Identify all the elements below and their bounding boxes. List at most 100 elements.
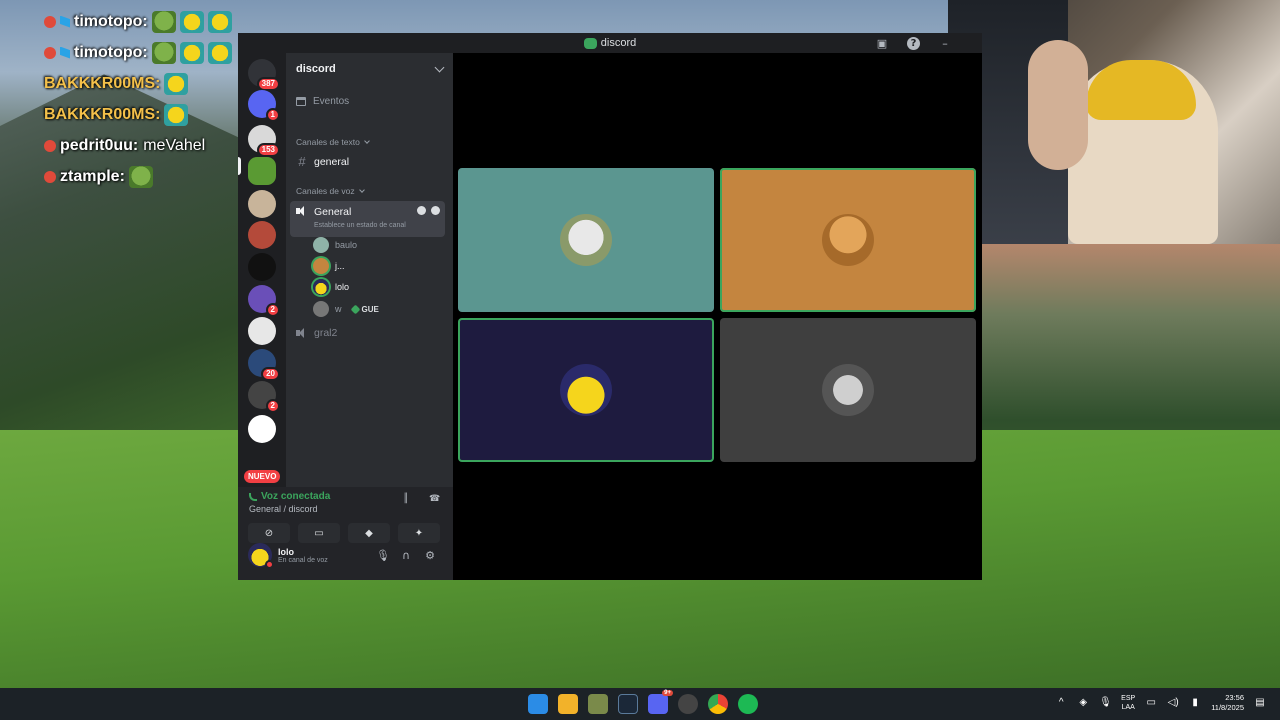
chrome-icon[interactable] (708, 694, 728, 714)
inbox-icon[interactable]: ▣ (875, 36, 889, 50)
voice-user-name: j... (335, 261, 345, 271)
server-icon-active[interactable] (248, 157, 276, 185)
emote-icon (179, 41, 204, 64)
chat-user: ztample: (60, 167, 125, 185)
discord-icon[interactable]: 9+ (648, 690, 673, 714)
discord-logo-icon (583, 37, 597, 49)
photo-avatar (822, 364, 874, 416)
emote-icon (164, 103, 189, 126)
direct-messages-button[interactable]: 387 (248, 59, 280, 91)
soundboard-button[interactable]: ✦ (398, 523, 440, 543)
user-info: lolo En canal de voz (278, 547, 328, 564)
start-button[interactable] (528, 694, 548, 714)
avatar (313, 237, 329, 253)
chat-bubble-icon[interactable] (417, 206, 426, 215)
notification-badge: 9+ (662, 690, 673, 696)
emote-icon (207, 10, 232, 33)
gear-icon[interactable]: ⚙ (424, 550, 436, 562)
server-icon[interactable] (248, 253, 276, 281)
volume-icon[interactable]: ◁) (1167, 697, 1179, 709)
status-dot (265, 560, 274, 569)
headphones-icon[interactable]: ∩ (400, 550, 412, 562)
obs-icon[interactable] (678, 694, 698, 714)
unread-badge: 20 (261, 367, 280, 381)
channel-general-text[interactable]: # general (286, 154, 453, 169)
voice-channel-gral2[interactable]: gral2 (286, 327, 453, 339)
voice-category[interactable]: Canales de voz (286, 186, 453, 196)
camera-off-button[interactable]: ⊘ (248, 523, 290, 543)
battery-icon[interactable]: ▮ (1189, 697, 1201, 709)
voice-user[interactable]: j... (286, 258, 453, 274)
network-icon[interactable]: ◈ (1077, 697, 1089, 709)
voice-user-name: lolo (335, 282, 350, 292)
speaker-icon (296, 328, 308, 338)
microphone-icon[interactable]: 🎙 (1099, 697, 1112, 709)
discord-window: discord ▣ ? – 387 1 153 2 20 2 NUEVO dis… (238, 33, 982, 580)
activities-button[interactable]: ◆ (348, 523, 390, 543)
heart-icon (350, 304, 360, 314)
disconnect-icon[interactable]: ☎ (429, 494, 441, 504)
server-icon[interactable] (248, 317, 276, 345)
voice-user[interactable]: w GUE (286, 301, 453, 317)
webcam-overlay (948, 0, 1280, 244)
server-icon[interactable]: 20 (248, 349, 280, 381)
lang-bottom: LAA (1121, 704, 1135, 711)
server-icon[interactable] (248, 415, 276, 443)
emote-icon (151, 41, 176, 64)
server-icon[interactable]: 2 (248, 285, 280, 317)
participant-tile[interactable] (458, 168, 714, 312)
channel-status-placeholder[interactable]: Establece un estado de canal (314, 222, 406, 229)
time: 23:56 (1225, 693, 1244, 702)
server-icon[interactable] (248, 190, 276, 218)
chevron-up-icon[interactable]: ^ (1055, 697, 1067, 709)
voice-status-label: Voz conectada (261, 491, 331, 502)
guild-header[interactable]: discord (286, 53, 453, 85)
voice-channel-general[interactable]: General Establece un estado de canal (290, 201, 445, 237)
unread-badge: 2 (265, 303, 280, 317)
app-icon[interactable] (588, 694, 608, 714)
noise-suppression-icon[interactable]: ║ (403, 494, 415, 504)
emote-icon (179, 10, 204, 33)
emote-icon (151, 10, 176, 33)
unread-badge: 153 (256, 143, 280, 157)
participant-tile[interactable] (720, 168, 976, 312)
text-category[interactable]: Canales de texto (286, 137, 453, 147)
steam-icon[interactable] (618, 694, 638, 714)
voice-user[interactable]: baulo (286, 237, 453, 253)
server-icon[interactable] (248, 221, 276, 249)
server-icon[interactable]: 2 (248, 381, 280, 413)
screen-share-button[interactable]: ▭ (298, 523, 340, 543)
voice-user[interactable]: lolo (286, 279, 453, 295)
file-explorer-icon[interactable] (558, 694, 578, 714)
server-icon[interactable]: 153 (248, 125, 280, 157)
chat-user: pedrit0uu: (60, 136, 139, 154)
chevron-down-icon (434, 62, 445, 73)
minimize-icon[interactable]: – (938, 36, 952, 50)
new-servers-badge[interactable]: NUEVO (244, 470, 281, 483)
events-label: Eventos (313, 96, 350, 107)
calendar-icon (296, 97, 306, 106)
participant-tile[interactable] (458, 318, 714, 462)
spotify-icon[interactable] (738, 694, 758, 714)
voice-actions: ║ ☎ (403, 494, 441, 504)
server-icon[interactable]: 1 (248, 90, 280, 122)
add-user-icon[interactable] (431, 206, 440, 215)
clock[interactable]: 23:56 11/8/2025 (1211, 693, 1244, 713)
events-link[interactable]: Eventos (286, 96, 453, 107)
user-panel[interactable]: lolo En canal de voz (248, 543, 328, 569)
voice-status[interactable]: Voz conectada General / discord (249, 491, 330, 514)
signal-icon (249, 492, 257, 501)
chevron-down-icon (363, 138, 370, 144)
wifi-icon[interactable]: ▭ (1145, 697, 1157, 709)
participant-tile[interactable] (720, 318, 976, 462)
new-label: NUEVO (248, 472, 277, 481)
language-indicator[interactable]: ESP LAA (1121, 694, 1135, 712)
channel-actions (417, 206, 440, 215)
minion-avatar (560, 364, 612, 416)
help-icon[interactable]: ? (907, 36, 920, 50)
voice-connected: Voz conectada (249, 491, 330, 502)
voice-stage (453, 53, 982, 580)
microphone-icon[interactable]: 🎙 (376, 550, 390, 562)
webcam-hand (1028, 40, 1088, 170)
notifications-icon[interactable]: ▤ (1254, 697, 1266, 709)
